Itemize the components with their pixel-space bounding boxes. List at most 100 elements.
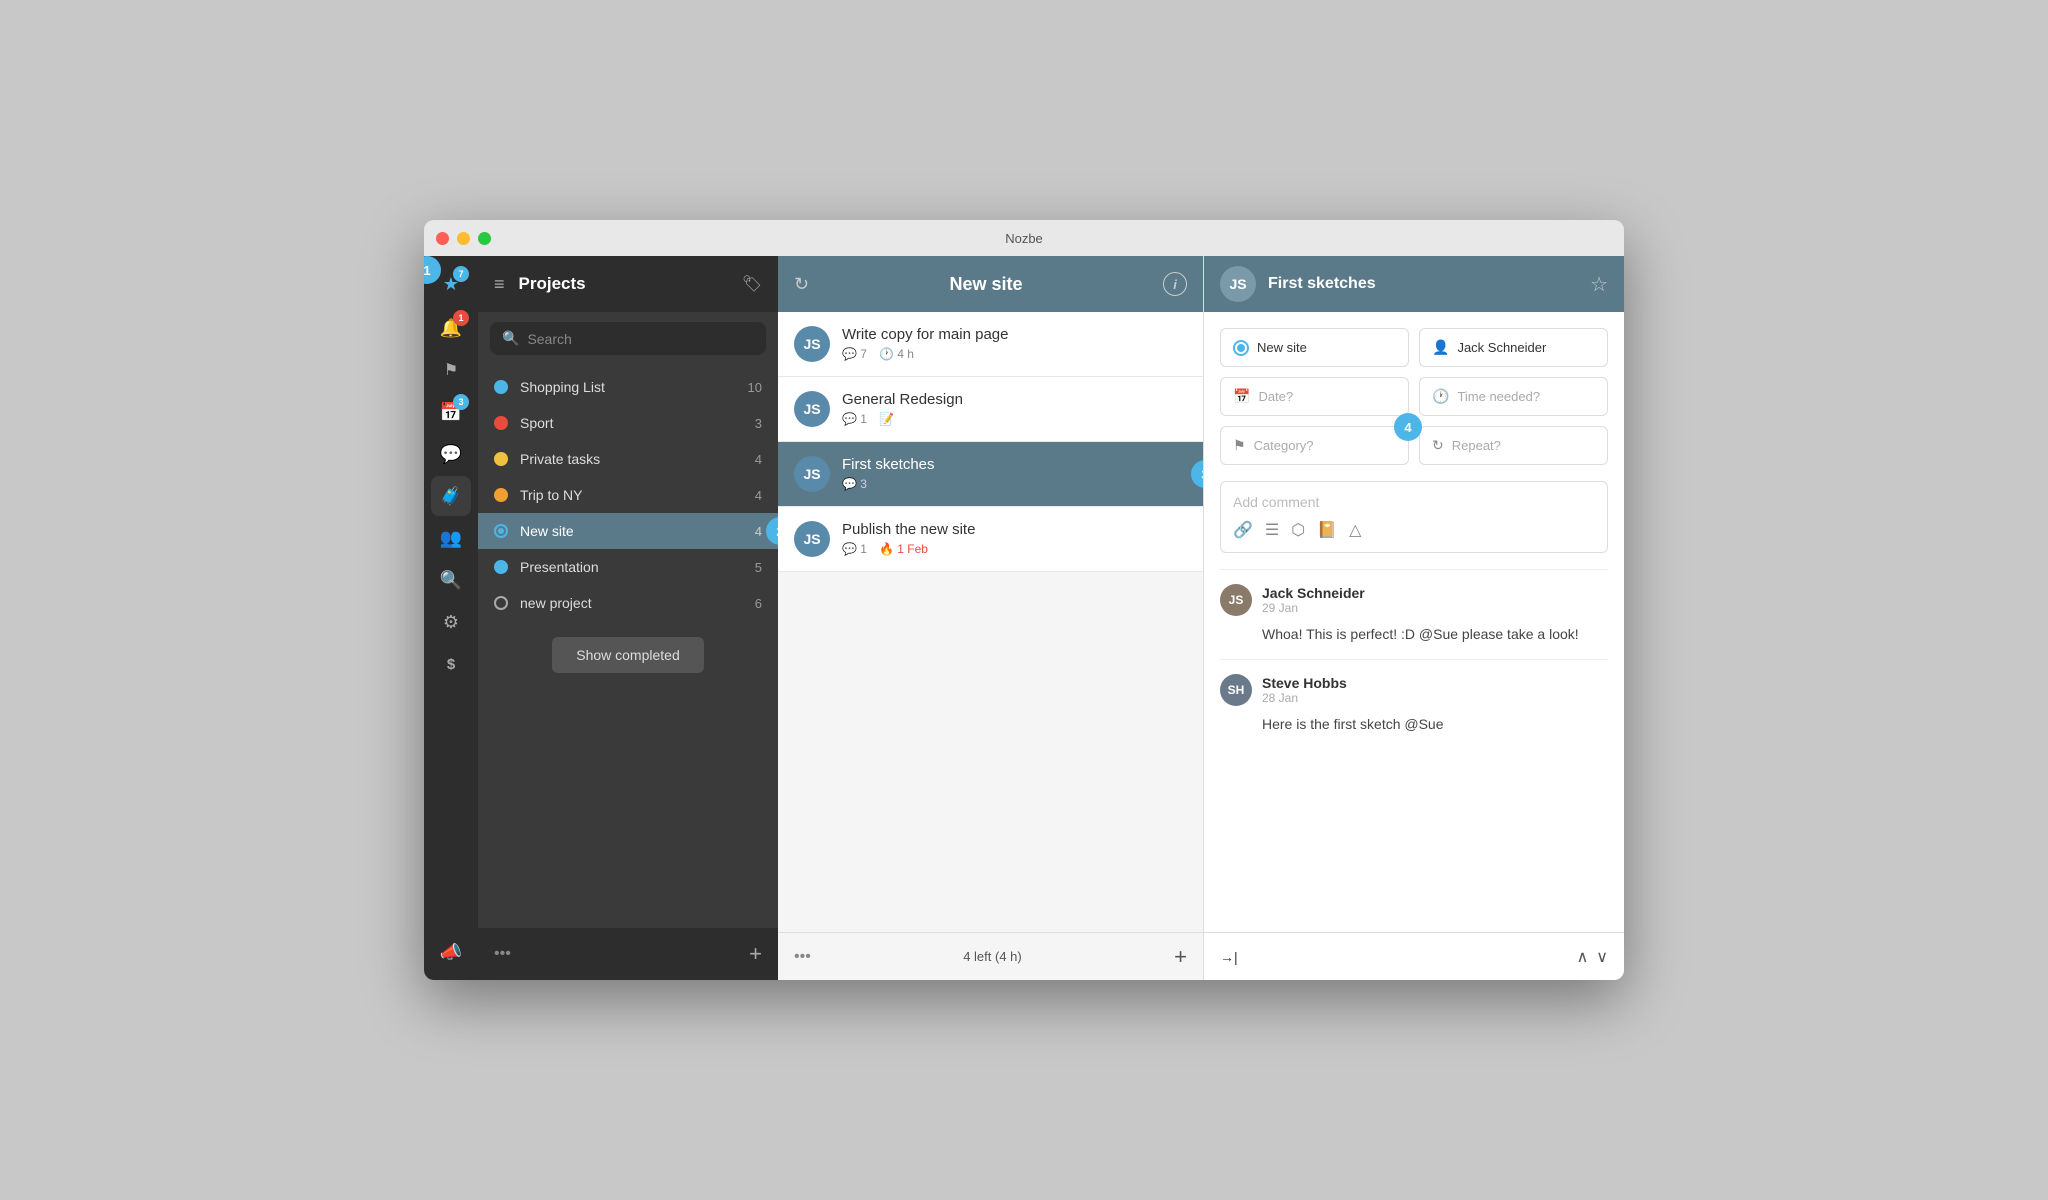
maximize-button[interactable] [478, 232, 491, 245]
task-panel-more[interactable]: ••• [794, 948, 811, 966]
sidebar-item-calendar[interactable]: 📅 3 [431, 392, 471, 432]
refresh-icon[interactable]: ↻ [794, 274, 809, 295]
assignee-value: Jack Schneider [1457, 340, 1546, 355]
task-item[interactable]: JS Write copy for main page 💬 7 🕐 4 h [778, 312, 1203, 377]
projects-add-button[interactable]: + [749, 941, 762, 967]
time-field[interactable]: 🕐 Time needed? [1419, 377, 1608, 416]
detail-panel: JS First sketches ☆ New site 👤 [1204, 256, 1624, 980]
detail-fields: New site 👤 Jack Schneider 📅 Date? 🕐 [1220, 328, 1608, 465]
task-content: Publish the new site 💬 1 🔥 1 Feb [842, 521, 1187, 556]
sidebar-item-chat[interactable]: 💬 [431, 434, 471, 474]
show-completed-button[interactable]: Show completed [552, 637, 704, 673]
search-icon-projects: 🔍 [502, 330, 519, 347]
sidebar-item-dollar[interactable]: $ [431, 644, 471, 684]
sidebar-item-megaphone[interactable]: 📣 [431, 932, 471, 972]
projects-panel: ≡ Projects 🏷 🔍 Shopping List 10 Sport 3 [478, 256, 778, 980]
project-field[interactable]: New site [1220, 328, 1409, 367]
project-item-shopping-list[interactable]: Shopping List 10 [478, 369, 778, 405]
title-bar: Nozbe [424, 220, 1624, 256]
task-item-selected[interactable]: JS First sketches 💬 3 3 [778, 442, 1203, 507]
detail-footer: →| ∧ ∨ [1204, 932, 1624, 980]
dropbox-icon[interactable]: ⬡ [1291, 520, 1305, 540]
search-input[interactable] [527, 331, 754, 347]
assignee-field[interactable]: 👤 Jack Schneider [1419, 328, 1608, 367]
comment-box: Add comment 🔗 ☰ ⬡ 📔 △ [1220, 481, 1608, 553]
show-completed-area: Show completed [478, 621, 778, 689]
task-content: First sketches 💬 3 [842, 456, 1187, 491]
task-list: JS Write copy for main page 💬 7 🕐 4 h JS… [778, 312, 1203, 932]
project-list: Shopping List 10 Sport 3 Private tasks 4… [478, 365, 778, 928]
task-name: General Redesign [842, 391, 1187, 408]
dollar-icon: $ [447, 656, 455, 673]
project-name: Trip to NY [520, 487, 743, 503]
task-avatar: JS [794, 326, 830, 362]
repeat-field[interactable]: ↻ Repeat? [1419, 426, 1608, 465]
close-button[interactable] [436, 232, 449, 245]
sidebar-item-people[interactable]: 👥 [431, 518, 471, 558]
sidebar-item-settings[interactable]: ⚙ [431, 602, 471, 642]
detail-task-title: First sketches [1268, 275, 1578, 293]
comment-author-info: Jack Schneider 29 Jan [1262, 585, 1365, 615]
project-item-sport[interactable]: Sport 3 [478, 405, 778, 441]
drive-icon[interactable]: △ [1349, 520, 1361, 540]
tag-icon[interactable]: 🏷 [742, 274, 762, 294]
task-add-button[interactable]: + [1174, 944, 1187, 970]
time-placeholder: Time needed? [1457, 389, 1595, 404]
projects-footer: ••• + [478, 928, 778, 980]
nav-down-button[interactable]: ∨ [1596, 947, 1608, 967]
nav-up-button[interactable]: ∧ [1577, 947, 1589, 967]
task-panel-header: ↻ New site i [778, 256, 1203, 312]
sidebar-item-briefcase[interactable]: 🧳 [431, 476, 471, 516]
calendar-badge: 3 [453, 394, 469, 410]
category-placeholder: Category? [1254, 438, 1396, 453]
favorite-star[interactable]: ☆ [1590, 272, 1608, 297]
minimize-button[interactable] [457, 232, 470, 245]
icon-sidebar: ★ 7 1 🔔 1 ⚑ 📅 3 💬 🧳 [424, 256, 478, 980]
repeat-placeholder: Repeat? [1452, 438, 1595, 453]
comment-text: Here is the first sketch @Sue [1262, 714, 1608, 735]
search-icon-sidebar: 🔍 [440, 570, 462, 591]
sidebar-item-bell[interactable]: 🔔 1 [431, 308, 471, 348]
evernote-icon[interactable]: 📔 [1317, 520, 1337, 540]
task-item[interactable]: JS Publish the new site 💬 1 🔥 1 Feb [778, 507, 1203, 572]
flag-field-icon: ⚑ [1233, 437, 1246, 454]
project-item-trip-to-ny[interactable]: Trip to NY 4 [478, 477, 778, 513]
task-panel: ↻ New site i JS Write copy for main page… [778, 256, 1204, 980]
tutorial-2: 2 [766, 517, 778, 545]
project-item-new-site[interactable]: New site 4 2 [478, 513, 778, 549]
project-dot [494, 380, 508, 394]
task-meta: 💬 7 🕐 4 h [842, 347, 1187, 361]
checklist-icon[interactable]: ☰ [1265, 520, 1279, 540]
task-content: General Redesign 💬 1 📝 [842, 391, 1187, 426]
briefcase-icon: 🧳 [440, 486, 462, 507]
project-item-presentation[interactable]: Presentation 5 [478, 549, 778, 585]
project-name: New site [520, 523, 743, 539]
comment-author: Jack Schneider [1262, 585, 1365, 601]
task-avatar: JS [794, 391, 830, 427]
project-count: 4 [755, 452, 762, 467]
indent-icon[interactable]: →| [1220, 949, 1238, 965]
person-icon: 👤 [1432, 339, 1449, 356]
project-radio-inner [1237, 344, 1245, 352]
main-layout: ★ 7 1 🔔 1 ⚑ 📅 3 💬 🧳 [424, 256, 1624, 980]
task-item[interactable]: JS General Redesign 💬 1 📝 [778, 377, 1203, 442]
project-name: new project [520, 595, 743, 611]
project-dot-white [494, 596, 508, 610]
project-item-new-project[interactable]: new project 6 [478, 585, 778, 621]
project-count: 5 [755, 560, 762, 575]
projects-more-button[interactable]: ••• [494, 945, 511, 963]
project-item-private-tasks[interactable]: Private tasks 4 [478, 441, 778, 477]
date-field[interactable]: 📅 Date? [1220, 377, 1409, 416]
project-count: 4 [755, 524, 762, 539]
info-icon[interactable]: i [1163, 272, 1187, 296]
sidebar-item-flag[interactable]: ⚑ [431, 350, 471, 390]
comment-entry: SH Steve Hobbs 28 Jan Here is the first … [1220, 659, 1608, 735]
category-field[interactable]: ⚑ Category? 4 [1220, 426, 1409, 465]
project-count: 10 [748, 380, 762, 395]
gear-icon: ⚙ [443, 612, 459, 633]
comment-input[interactable]: Add comment [1233, 494, 1595, 510]
sidebar-item-search[interactable]: 🔍 [431, 560, 471, 600]
repeat-icon: ↻ [1432, 437, 1444, 454]
project-name: Private tasks [520, 451, 743, 467]
attachment-icon[interactable]: 🔗 [1233, 520, 1253, 540]
